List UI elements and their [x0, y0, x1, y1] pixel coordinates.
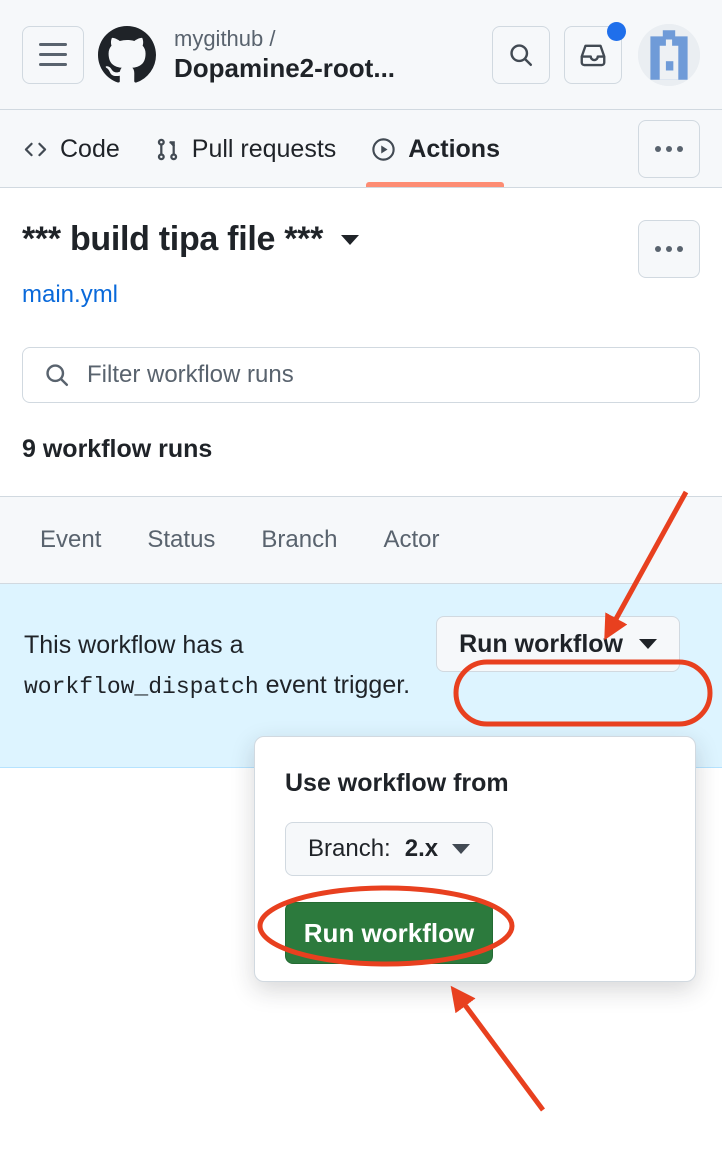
- run-workflow-dropdown-button[interactable]: Run workflow: [436, 616, 680, 672]
- repo-name: Dopamine2-root...: [174, 53, 396, 83]
- search-icon: [510, 43, 533, 66]
- branch-select[interactable]: Branch: 2.x: [285, 822, 494, 876]
- repo-owner: mygithub /: [174, 25, 276, 51]
- chevron-down-icon: [639, 639, 657, 649]
- tab-code[interactable]: Code: [22, 110, 120, 187]
- dispatch-text-before: This workflow has a: [24, 631, 244, 659]
- kebab-dot: [655, 246, 661, 252]
- filter-event[interactable]: Event: [40, 526, 101, 554]
- search-icon: [46, 364, 69, 387]
- workflow-file-link[interactable]: main.yml: [22, 281, 700, 309]
- kebab-dot: [666, 145, 672, 152]
- page-title: *** build tipa file ***: [22, 220, 324, 258]
- workflow-header: *** build tipa file *** main.yml: [0, 188, 722, 309]
- filter-chip-row: Event Status Branch Actor: [0, 496, 722, 584]
- repo-nav-tabs: Code Pull requests Actions: [0, 110, 722, 188]
- hamburger-icon-bar: [39, 63, 67, 66]
- notification-indicator-dot: [607, 21, 626, 41]
- green-run-workflow-button[interactable]: Run workflow: [285, 902, 493, 964]
- notifications-button[interactable]: [564, 21, 626, 84]
- workflow-runs-count: 9 workflow runs: [22, 435, 213, 463]
- chevron-down-icon: [452, 844, 471, 854]
- green-run-workflow-label: Run workflow: [303, 917, 475, 948]
- chevron-down-icon[interactable]: [341, 234, 360, 245]
- code-icon: [24, 142, 47, 157]
- kebab-dot: [677, 246, 683, 252]
- repo-breadcrumb[interactable]: mygithub / Dopamine2-root...: [174, 25, 478, 85]
- tab-actions[interactable]: Actions: [366, 110, 504, 187]
- tab-pull-requests-label: Pull requests: [191, 135, 337, 163]
- github-logo-icon[interactable]: [98, 25, 156, 84]
- hamburger-icon-bar: [39, 53, 67, 56]
- inbox-icon: [580, 44, 606, 66]
- tab-pull-requests[interactable]: Pull requests: [154, 110, 337, 187]
- tab-code-label: Code: [60, 135, 120, 163]
- app-header: mygithub / Dopamine2-root...: [0, 0, 722, 110]
- workflow-title-row[interactable]: *** build tipa file ***: [22, 220, 700, 259]
- kebab-dot: [677, 145, 683, 152]
- avatar-image: [638, 23, 700, 86]
- filter-actor[interactable]: Actor: [383, 526, 439, 554]
- dispatch-text-after: event trigger.: [265, 670, 411, 699]
- run-workflow-dropdown-panel: Use workflow from Branch: 2.x Run workfl…: [254, 736, 696, 982]
- git-pull-request-icon: [157, 138, 177, 161]
- filter-branch[interactable]: Branch: [261, 526, 337, 554]
- dispatch-event-code: workflow_dispatch: [24, 673, 259, 700]
- kebab-dot: [655, 145, 661, 152]
- search-input-wrapper[interactable]: Filter workflow runs: [22, 347, 700, 403]
- search-input[interactable]: Filter workflow runs: [87, 361, 294, 389]
- filter-status[interactable]: Status: [147, 526, 215, 554]
- search-button[interactable]: [492, 25, 550, 84]
- annotation-arrow-to-green-run: [450, 985, 546, 1112]
- workflow-dispatch-message: This workflow has a workflow_dispatch ev…: [24, 626, 434, 705]
- tab-actions-label: Actions: [408, 135, 500, 163]
- run-workflow-dropdown-label: Run workflow: [459, 629, 623, 658]
- user-avatar[interactable]: [638, 23, 700, 86]
- hamburger-icon-bar: [39, 43, 67, 46]
- workflow-more-button[interactable]: [638, 220, 700, 278]
- branch-select-prefix: Branch:: [308, 835, 391, 862]
- nav-more-button[interactable]: [638, 119, 700, 178]
- filter-section: Filter workflow runs: [0, 309, 722, 403]
- kebab-dot: [666, 246, 672, 252]
- branch-select-value: 2.x: [404, 835, 439, 862]
- hamburger-menu-button[interactable]: [22, 25, 84, 84]
- play-circle-icon: [372, 138, 395, 161]
- use-workflow-from-label: Use workflow from: [285, 769, 509, 797]
